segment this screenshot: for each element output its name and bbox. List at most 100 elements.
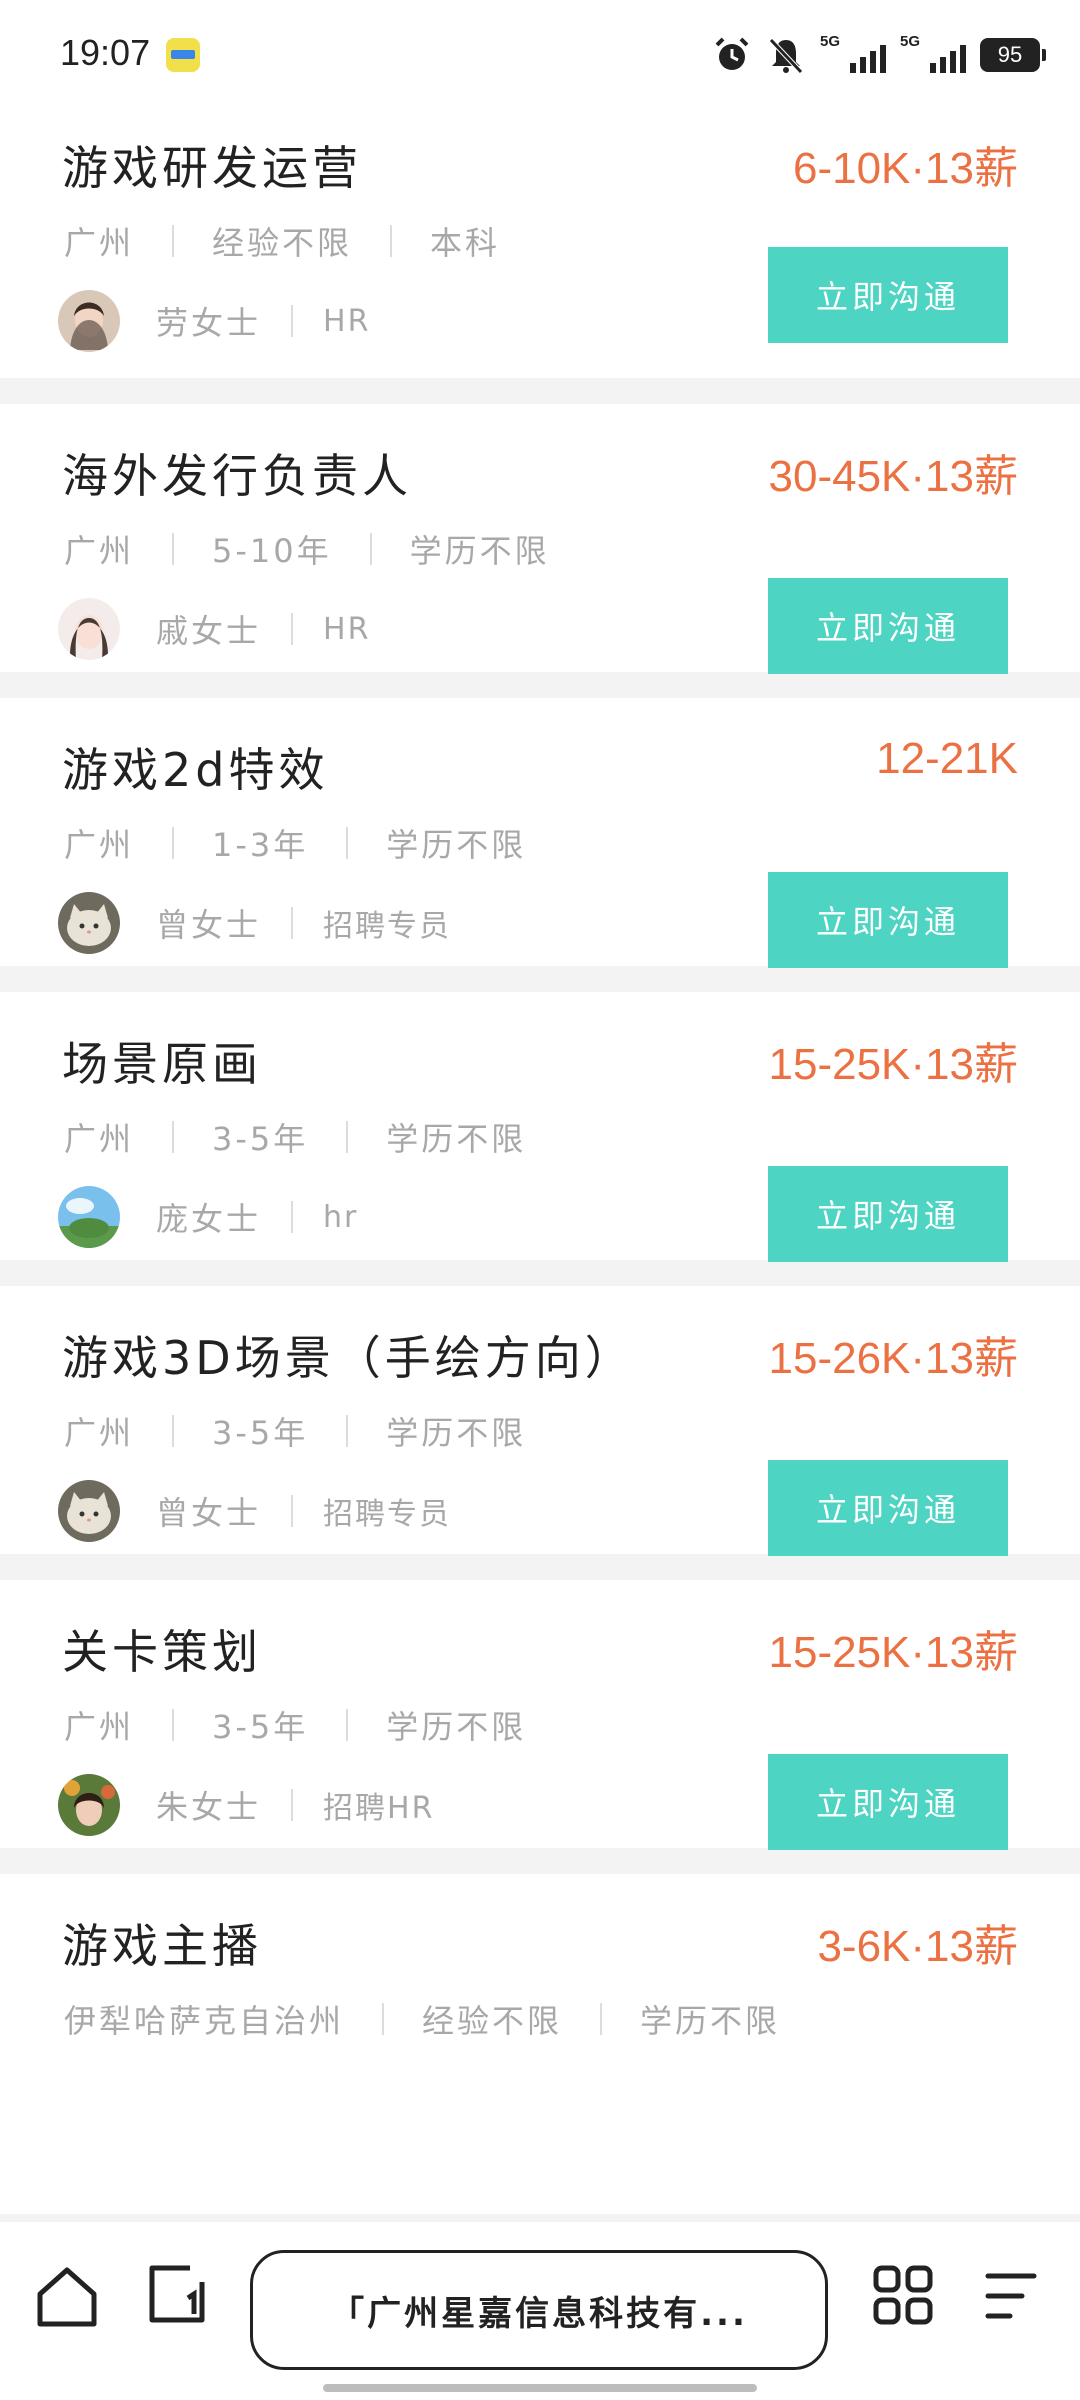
chat-now-button[interactable]: 立即沟通 bbox=[768, 1460, 1008, 1556]
job-meta: 广州 1-3年 学历不限 bbox=[64, 820, 526, 866]
job-education: 学历不限 bbox=[386, 826, 527, 864]
job-location: 广州 bbox=[64, 1414, 135, 1452]
avatar bbox=[58, 1480, 120, 1542]
status-bar: 19:07 5G 5G 95 bbox=[0, 0, 1080, 112]
job-experience: 3-5年 bbox=[212, 1708, 309, 1746]
bottom-nav: 「广州星嘉信息科技有... bbox=[0, 2222, 1080, 2400]
apps-grid-icon[interactable] bbox=[872, 2264, 934, 2326]
job-title: 海外发行负责人 bbox=[62, 449, 412, 503]
job-meta: 伊犁哈萨克自治州 经验不限 学历不限 bbox=[64, 1996, 780, 2042]
job-salary: 15-25K·13薪 bbox=[768, 1040, 1018, 1089]
recruiter-name: 曾女士 bbox=[156, 906, 262, 944]
job-experience: 1-3年 bbox=[212, 826, 309, 864]
divider bbox=[346, 827, 349, 859]
avatar bbox=[58, 1186, 120, 1248]
job-card[interactable]: 游戏3D场景（手绘方向） 15-26K·13薪 广州 3-5年 学历不限 曾女士… bbox=[0, 1286, 1080, 1556]
recruiter-info: 戚女士 HR bbox=[58, 598, 370, 660]
divider bbox=[346, 1415, 349, 1447]
recruiter-role: 招聘HR bbox=[323, 1791, 435, 1826]
job-education: 学历不限 bbox=[386, 1120, 527, 1158]
recruiter-name: 曾女士 bbox=[156, 1494, 262, 1532]
signal-label: 5G bbox=[900, 33, 921, 50]
job-education: 学历不限 bbox=[386, 1414, 527, 1452]
job-location: 广州 bbox=[64, 532, 135, 570]
job-title: 游戏3D场景（手绘方向） bbox=[62, 1331, 635, 1385]
status-time: 19:07 bbox=[60, 32, 151, 73]
recruiter-info: 曾女士 招聘专员 bbox=[58, 892, 451, 954]
alarm-icon bbox=[712, 35, 752, 75]
job-title: 游戏主播 bbox=[62, 1919, 262, 1973]
recruiter-info: 曾女士 招聘专员 bbox=[58, 1480, 451, 1542]
divider bbox=[369, 533, 372, 565]
home-icon[interactable] bbox=[34, 2264, 100, 2330]
divider bbox=[390, 225, 393, 257]
job-card[interactable]: 游戏研发运营 6-10K·13薪 广州 经验不限 本科 劳女士 HR 立即沟通 bbox=[0, 112, 1080, 378]
job-education: 本科 bbox=[430, 224, 501, 262]
recruiter-role: HR bbox=[323, 611, 371, 647]
divider bbox=[291, 1201, 294, 1233]
divider bbox=[291, 305, 294, 337]
recruiter-role: 招聘专员 bbox=[323, 1497, 452, 1532]
job-salary: 15-25K·13薪 bbox=[768, 1628, 1018, 1677]
signal-icon: 5G bbox=[900, 33, 966, 77]
chat-now-button[interactable]: 立即沟通 bbox=[768, 1754, 1008, 1850]
chat-now-button[interactable]: 立即沟通 bbox=[768, 872, 1008, 968]
divider bbox=[346, 1709, 349, 1741]
avatar bbox=[58, 1774, 120, 1836]
job-education: 学历不限 bbox=[640, 2002, 781, 2040]
signal-icon: 5G bbox=[820, 33, 886, 77]
job-location: 伊犁哈萨克自治州 bbox=[64, 2002, 345, 2040]
avatar bbox=[58, 892, 120, 954]
divider bbox=[172, 1709, 175, 1741]
job-salary: 12-21K bbox=[876, 734, 1018, 783]
job-location: 广州 bbox=[64, 1708, 135, 1746]
divider bbox=[172, 533, 175, 565]
recruiter-name: 戚女士 bbox=[156, 612, 262, 650]
job-card[interactable]: 游戏2d特效 12-21K 广州 1-3年 学历不限 曾女士 招聘专员 立即沟通 bbox=[0, 698, 1080, 968]
divider bbox=[172, 1121, 175, 1153]
avatar bbox=[58, 598, 120, 660]
divider bbox=[291, 1789, 294, 1821]
job-card[interactable]: 关卡策划 15-25K·13薪 广州 3-5年 学历不限 朱女士 招聘HR 立即… bbox=[0, 1580, 1080, 1850]
job-card[interactable]: 场景原画 15-25K·13薪 广州 3-5年 学历不限 庞女士 hr 立即沟通 bbox=[0, 992, 1080, 1262]
job-title: 游戏2d特效 bbox=[62, 743, 329, 797]
recruiter-info: 劳女士 HR bbox=[58, 290, 370, 352]
job-salary: 15-26K·13薪 bbox=[768, 1334, 1018, 1383]
divider bbox=[172, 1415, 175, 1447]
menu-icon[interactable] bbox=[982, 2268, 1040, 2324]
job-location: 广州 bbox=[64, 826, 135, 864]
job-meta: 广州 3-5年 学历不限 bbox=[64, 1114, 526, 1160]
chat-now-button[interactable]: 立即沟通 bbox=[768, 1166, 1008, 1262]
page-title-bar[interactable]: 「广州星嘉信息科技有... bbox=[250, 2250, 828, 2370]
recruiter-name: 劳女士 bbox=[156, 304, 262, 342]
job-meta: 广州 3-5年 学历不限 bbox=[64, 1408, 526, 1454]
job-salary: 3-6K·13薪 bbox=[817, 1922, 1018, 1971]
divider bbox=[291, 613, 294, 645]
job-education: 学历不限 bbox=[386, 1708, 527, 1746]
recruiter-role: HR bbox=[323, 303, 371, 339]
job-title: 场景原画 bbox=[62, 1037, 262, 1091]
job-education: 学历不限 bbox=[409, 532, 550, 570]
divider bbox=[346, 1121, 349, 1153]
job-title: 关卡策划 bbox=[62, 1625, 262, 1679]
divider bbox=[172, 225, 175, 257]
home-indicator[interactable] bbox=[323, 2384, 757, 2392]
job-experience: 经验不限 bbox=[212, 224, 353, 262]
job-experience: 5-10年 bbox=[212, 532, 332, 570]
chat-now-button[interactable]: 立即沟通 bbox=[768, 247, 1008, 343]
recruiter-role: 招聘专员 bbox=[323, 909, 452, 944]
job-location: 广州 bbox=[64, 224, 135, 262]
divider bbox=[382, 2003, 385, 2035]
recruiter-name: 庞女士 bbox=[156, 1200, 262, 1238]
chat-now-button[interactable]: 立即沟通 bbox=[768, 578, 1008, 674]
job-salary: 6-10K·13薪 bbox=[792, 144, 1018, 193]
tabs-icon[interactable] bbox=[146, 2264, 208, 2326]
job-card[interactable]: 游戏主播 3-6K·13薪 伊犁哈萨克自治州 经验不限 学历不限 bbox=[0, 1874, 1080, 2214]
job-salary: 30-45K·13薪 bbox=[768, 452, 1018, 501]
job-meta: 广州 经验不限 本科 bbox=[64, 218, 500, 264]
battery-icon: 95 bbox=[980, 38, 1046, 72]
divider bbox=[291, 1495, 294, 1527]
job-experience: 经验不限 bbox=[422, 2002, 563, 2040]
job-location: 广州 bbox=[64, 1120, 135, 1158]
job-card[interactable]: 海外发行负责人 30-45K·13薪 广州 5-10年 学历不限 戚女士 HR … bbox=[0, 404, 1080, 674]
